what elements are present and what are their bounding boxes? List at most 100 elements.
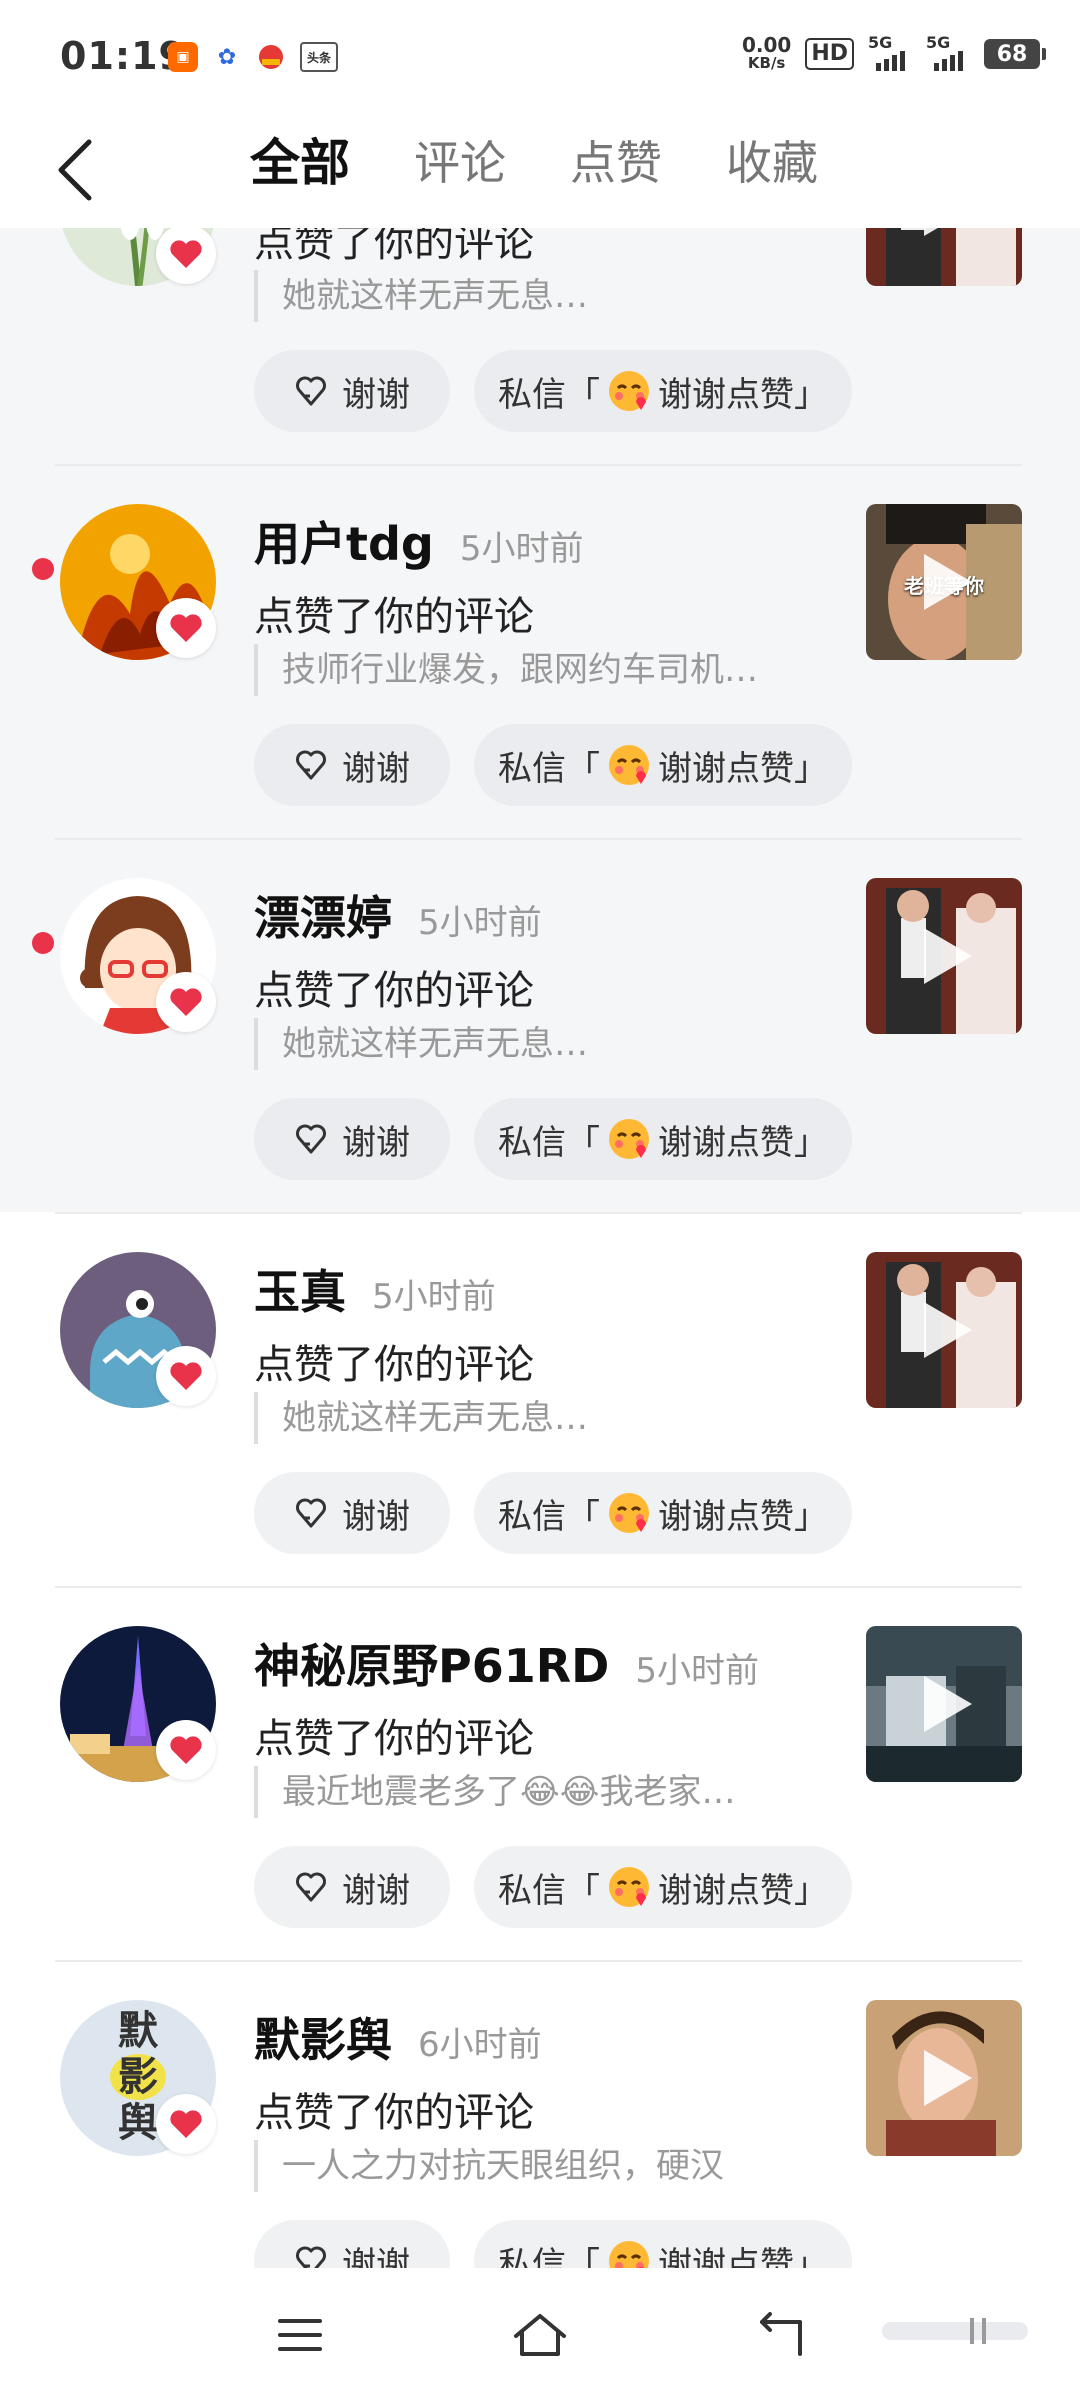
net-speed-unit: KB/s — [747, 54, 786, 72]
battery-level: 68 — [996, 41, 1028, 67]
user-name[interactable]: 神秘原野P61RD — [254, 1630, 609, 1696]
signal-2-icon: 5G — [926, 33, 970, 71]
action-text: 点赞了你的评论 — [254, 228, 534, 266]
video-thumbnail[interactable]: 老班等你 — [866, 504, 1022, 660]
name-row: 用户tdg 5小时前 — [254, 508, 584, 574]
dm-thanks-button[interactable]: 私信「 谢谢点赞」 — [474, 1098, 852, 1180]
hand-heart-icon — [296, 1498, 326, 1528]
heart-icon — [156, 228, 216, 284]
thanks-label: 谢谢 — [342, 1122, 410, 1163]
user-name[interactable]: 默影舆 — [254, 2004, 392, 2070]
video-thumbnail[interactable] — [866, 2000, 1022, 2156]
toutiao-icon: 头条 — [300, 42, 338, 72]
notification-item[interactable]: 玉真 5小时前 点赞了你的评论 她就这样无声无息… 谢谢 私信「 谢谢点赞」 — [0, 1212, 1080, 1586]
floating-window-indicator[interactable] — [880, 2316, 1030, 2346]
hd-icon: HD — [805, 38, 854, 70]
hand-heart-icon — [296, 1124, 326, 1154]
thanks-button[interactable]: 谢谢 — [254, 350, 450, 432]
name-row: 漂漂婷 5小时前 — [254, 882, 542, 948]
comment-quote[interactable]: 她就这样无声无息… — [254, 1392, 588, 1444]
thanks-label: 谢谢 — [342, 2244, 410, 2269]
action-text: 点赞了你的评论 — [254, 968, 534, 1014]
top-nav: 全部 评论 点赞 收藏 — [0, 110, 1080, 228]
action-text: 点赞了你的评论 — [254, 594, 534, 640]
thanks-button[interactable]: 谢谢 — [254, 1472, 450, 1554]
chevron-left-icon — [58, 139, 92, 201]
notification-item[interactable]: 用户tdg 5小时前 点赞了你的评论 技师行业爆发，跟网约车司机… 老班等你 谢… — [0, 464, 1080, 838]
dm-suffix: 谢谢点赞」 — [658, 374, 828, 415]
avatar-char-1: 默 — [118, 2008, 158, 2054]
notification-item[interactable]: 点赞了你的评论 她就这样无声无息… 谢谢 私信「 谢谢点赞」 — [0, 228, 1080, 464]
hand-heart-icon — [296, 1872, 326, 1902]
thanks-label: 谢谢 — [342, 1870, 410, 1911]
thanks-button[interactable]: 谢谢 — [254, 2220, 450, 2268]
dm-prefix: 私信「 — [498, 1496, 600, 1537]
thanks-button[interactable]: 谢谢 — [254, 1846, 450, 1928]
heart-icon — [156, 972, 216, 1032]
dm-thanks-button[interactable]: 私信「 谢谢点赞」 — [474, 1472, 852, 1554]
notification-item[interactable]: 默 影 舆 默影舆 6小时前 点赞了你的评论 一人之力对抗天眼组织，硬汉 谢谢 — [0, 1960, 1080, 2268]
tab-favorites[interactable]: 收藏 — [726, 128, 818, 198]
menu-icon — [278, 2319, 322, 2351]
home-button[interactable] — [500, 2300, 580, 2370]
play-icon — [924, 228, 972, 236]
dm-suffix: 谢谢点赞」 — [658, 748, 828, 789]
comment-quote[interactable]: 她就这样无声无息… — [254, 270, 588, 322]
video-thumbnail[interactable] — [866, 878, 1022, 1034]
news-icon — [256, 42, 286, 72]
user-name[interactable]: 玉真 — [254, 1256, 346, 1322]
back-button[interactable] — [40, 130, 110, 210]
notification-list[interactable]: 点赞了你的评论 她就这样无声无息… 谢谢 私信「 谢谢点赞」 用户tdg 5小时… — [0, 228, 1080, 2268]
tab-all[interactable]: 全部 — [250, 128, 350, 198]
dm-thanks-button[interactable]: 私信「 谢谢点赞」 — [474, 350, 852, 432]
hand-heart-icon — [296, 2246, 326, 2268]
kiss-emoji-icon — [609, 745, 649, 785]
user-name[interactable]: 漂漂婷 — [254, 882, 392, 948]
action-text: 点赞了你的评论 — [254, 2090, 534, 2136]
tab-bar: 全部 评论 点赞 收藏 — [250, 128, 818, 198]
notification-item[interactable]: 神秘原野P61RD 5小时前 点赞了你的评论 最近地震老多了😂😂我老家… 谢谢 … — [0, 1586, 1080, 1960]
timestamp: 5小时前 — [372, 1277, 496, 1317]
battery-icon: 68 — [984, 39, 1046, 69]
signal-1-icon: 5G — [868, 33, 912, 71]
unread-dot — [32, 558, 54, 580]
dm-thanks-button[interactable]: 私信「 谢谢点赞」 — [474, 724, 852, 806]
tab-likes[interactable]: 点赞 — [570, 128, 662, 198]
thanks-label: 谢谢 — [342, 748, 410, 789]
video-thumbnail[interactable] — [866, 228, 1022, 286]
kiss-emoji-icon — [609, 1493, 649, 1533]
comment-quote[interactable]: 她就这样无声无息… — [254, 1018, 588, 1070]
kiss-emoji-icon — [609, 371, 649, 411]
status-app-icons: ▣ ✿ 头条 — [168, 42, 338, 72]
thanks-button[interactable]: 谢谢 — [254, 1098, 450, 1180]
status-indicators: 0.00 KB/s HD 5G 5G 68 — [742, 33, 1046, 72]
hand-heart-icon — [296, 376, 326, 406]
home-icon — [514, 2314, 566, 2356]
dm-suffix: 谢谢点赞」 — [658, 1870, 828, 1911]
kiss-emoji-icon — [609, 2241, 649, 2268]
user-name[interactable]: 用户tdg — [254, 508, 434, 574]
play-icon — [924, 1676, 972, 1732]
signal-2-label: 5G — [926, 33, 951, 52]
tab-comments[interactable]: 评论 — [414, 128, 506, 198]
dm-suffix: 谢谢点赞」 — [658, 1122, 828, 1163]
notification-item[interactable]: 漂漂婷 5小时前 点赞了你的评论 她就这样无声无息… 谢谢 私信「 谢谢点赞」 — [0, 838, 1080, 1212]
kuaishou-icon: ▣ — [168, 42, 198, 72]
signal-1-label: 5G — [868, 33, 893, 52]
comment-quote[interactable]: 最近地震老多了😂😂我老家… — [254, 1766, 735, 1818]
menu-button[interactable] — [260, 2300, 340, 2370]
system-back-button[interactable] — [740, 2300, 820, 2370]
dm-thanks-button[interactable]: 私信「 谢谢点赞」 — [474, 1846, 852, 1928]
dm-prefix: 私信「 — [498, 374, 600, 415]
comment-quote[interactable]: 技师行业爆发，跟网约车司机… — [254, 644, 758, 696]
status-bar: 01:19 ▣ ✿ 头条 0.00 KB/s HD 5G 5G 68 — [0, 0, 1080, 110]
video-thumbnail[interactable] — [866, 1626, 1022, 1782]
comment-quote[interactable]: 一人之力对抗天眼组织，硬汉 — [254, 2140, 724, 2192]
unread-dot — [32, 932, 54, 954]
dm-prefix: 私信「 — [498, 2244, 600, 2269]
thanks-button[interactable]: 谢谢 — [254, 724, 450, 806]
dm-prefix: 私信「 — [498, 748, 600, 789]
action-text: 点赞了你的评论 — [254, 1716, 534, 1762]
dm-thanks-button[interactable]: 私信「 谢谢点赞」 — [474, 2220, 852, 2268]
video-thumbnail[interactable] — [866, 1252, 1022, 1408]
